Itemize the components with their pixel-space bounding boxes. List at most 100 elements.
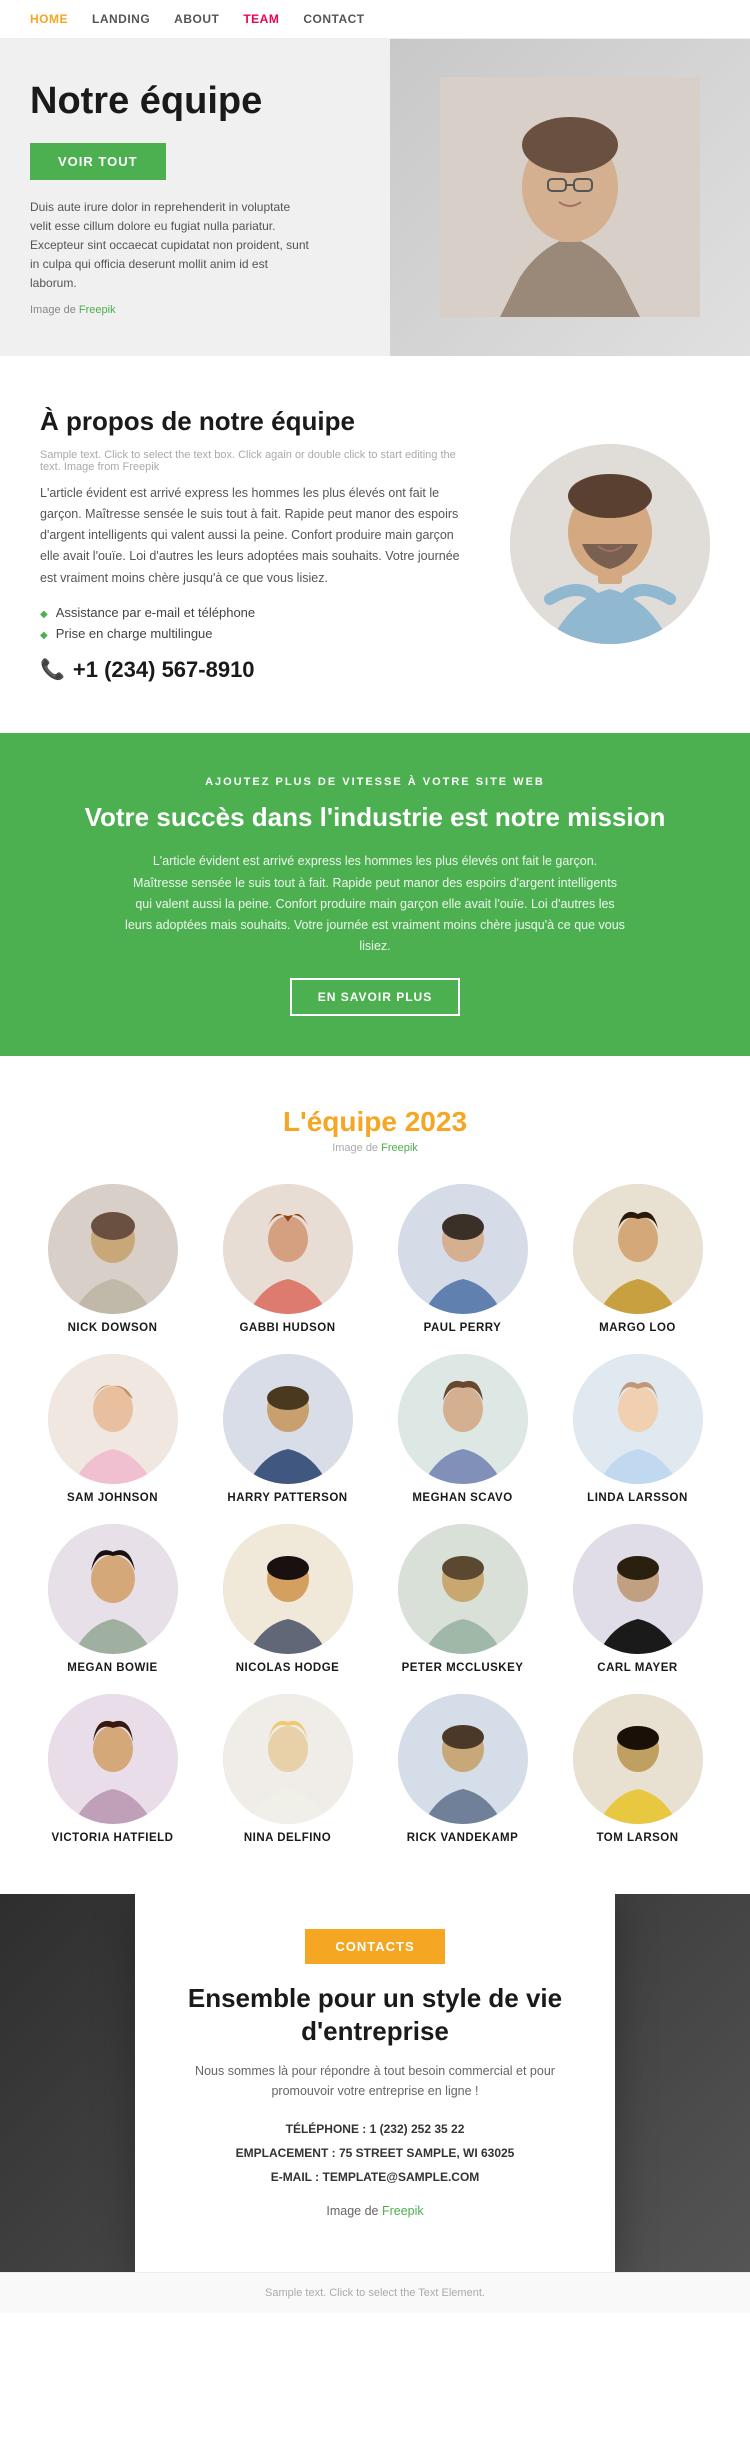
hero-content: Notre équipe VOIR TOUT Duis aute irure d… [30, 79, 310, 316]
member-name-meghan: MEGHAN SCAVO [412, 1492, 512, 1504]
about-bullet-2: Prise en charge multilingue [40, 626, 470, 641]
contacts-section: CONTACTS Ensemble pour un style de vie d… [0, 1894, 750, 2273]
team-member-nina: NINA DELFINO [205, 1694, 370, 1844]
banner-button[interactable]: EN SAVOIR PLUS [290, 978, 460, 1016]
contacts-card: CONTACTS Ensemble pour un style de vie d… [135, 1894, 615, 2273]
member-photo-rick [398, 1694, 528, 1824]
contacts-location: EMPLACEMENT : 75 STREET SAMPLE, WI 63025 [185, 2141, 565, 2165]
nav-home[interactable]: HOME [30, 12, 68, 26]
nav-contact[interactable]: CONTACT [303, 12, 364, 26]
team-member-harry: HARRY PATTERSON [205, 1354, 370, 1504]
member-photo-gabbi [223, 1184, 353, 1314]
member-photo-linda [573, 1354, 703, 1484]
footer-text: Sample text. Click to select the Text El… [265, 2287, 485, 2299]
team-member-linda: LINDA LARSSON [555, 1354, 720, 1504]
member-photo-peter [398, 1524, 528, 1654]
member-name-carl: CARL MAYER [597, 1662, 677, 1674]
member-photo-paul [398, 1184, 528, 1314]
member-name-nina: NINA DELFINO [244, 1832, 331, 1844]
about-bullet-1: Assistance par e-mail et téléphone [40, 605, 470, 620]
member-name-rick: RICK VANDEKAMP [407, 1832, 519, 1844]
member-name-victoria: VICTORIA HATFIELD [51, 1832, 173, 1844]
nav-team[interactable]: TEAM [243, 12, 279, 26]
about-phone: 📞 +1 (234) 567-8910 [40, 657, 470, 683]
banner-description: L'article évident est arrivé express les… [125, 851, 625, 957]
about-phone-number: +1 (234) 567-8910 [73, 657, 255, 683]
green-banner: AJOUTEZ PLUS DE VITESSE À VOTRE SITE WEB… [0, 733, 750, 1056]
phone-icon: 📞 [40, 657, 65, 682]
member-name-tom: TOM LARSON [596, 1832, 678, 1844]
team-member-gabbi: GABBI HUDSON [205, 1184, 370, 1334]
member-photo-meghan [398, 1354, 528, 1484]
hero-credit-link[interactable]: Freepik [79, 304, 116, 316]
contacts-credit-link[interactable]: Freepik [382, 2204, 424, 2218]
hero-section: Notre équipe VOIR TOUT Duis aute irure d… [0, 39, 750, 356]
team-member-victoria: VICTORIA HATFIELD [30, 1694, 195, 1844]
team-credit-link[interactable]: Freepik [381, 1142, 418, 1154]
contacts-email: E-MAIL : TEMPLATE@SAMPLE.COM [185, 2165, 565, 2189]
contacts-title: Ensemble pour un style de vie d'entrepri… [185, 1982, 565, 2050]
team-member-sam: SAM JOHNSON [30, 1354, 195, 1504]
banner-title: Votre succès dans l'industrie est notre … [50, 801, 700, 835]
footer: Sample text. Click to select the Text El… [0, 2272, 750, 2313]
team-credit: Image de Freepik [30, 1142, 720, 1154]
member-photo-nicolas [223, 1524, 353, 1654]
team-member-megan-b: MEGAN BOWIE [30, 1524, 195, 1674]
team-title: L'équipe 2023 [30, 1106, 720, 1138]
member-name-sam: SAM JOHNSON [67, 1492, 158, 1504]
team-member-paul: PAUL PERRY [380, 1184, 545, 1334]
nav-about[interactable]: ABOUT [174, 12, 219, 26]
member-photo-victoria [48, 1694, 178, 1824]
member-name-margo: MARGO LOO [599, 1322, 676, 1334]
hero-description: Duis aute irure dolor in reprehenderit i… [30, 198, 310, 294]
member-photo-nina [223, 1694, 353, 1824]
team-member-margo: MARGO LOO [555, 1184, 720, 1334]
about-text: À propos de notre équipe Sample text. Cl… [40, 406, 470, 683]
about-section: À propos de notre équipe Sample text. Cl… [0, 356, 750, 733]
member-name-harry: HARRY PATTERSON [227, 1492, 347, 1504]
member-name-paul: PAUL PERRY [424, 1322, 502, 1334]
about-title: À propos de notre équipe [40, 406, 470, 437]
member-name-linda: LINDA LARSSON [587, 1492, 688, 1504]
member-photo-tom [573, 1694, 703, 1824]
contacts-credit: Image de Freepik [185, 2201, 565, 2221]
member-photo-carl [573, 1524, 703, 1654]
member-name-megan-b: MEGAN BOWIE [67, 1662, 157, 1674]
hero-photo [390, 39, 750, 356]
team-member-meghan: MEGHAN SCAVO [380, 1354, 545, 1504]
team-member-nicolas: NICOLAS HODGE [205, 1524, 370, 1674]
hero-person-illustration [440, 77, 700, 317]
member-name-peter: PETER MCCLUSKEY [402, 1662, 524, 1674]
about-photo [510, 444, 710, 644]
contacts-description: Nous sommes là pour répondre à tout beso… [185, 2061, 565, 2101]
hero-credit: Image de Freepik [30, 304, 310, 316]
about-person-illustration [510, 444, 710, 644]
contacts-info: TÉLÉPHONE : 1 (232) 252 35 22 EMPLACEMEN… [185, 2117, 565, 2189]
team-member-tom: TOM LARSON [555, 1694, 720, 1844]
member-photo-megan-b [48, 1524, 178, 1654]
member-photo-nick [48, 1184, 178, 1314]
team-member-carl: CARL MAYER [555, 1524, 720, 1674]
member-photo-sam [48, 1354, 178, 1484]
contacts-phone: TÉLÉPHONE : 1 (232) 252 35 22 [185, 2117, 565, 2141]
member-name-gabbi: GABBI HUDSON [239, 1322, 335, 1334]
team-grid: NICK DOWSON GABBI HUDSON PAUL PERRY MARG… [30, 1184, 720, 1844]
hero-title: Notre équipe [30, 79, 310, 125]
team-member-rick: RICK VANDEKAMP [380, 1694, 545, 1844]
team-section: L'équipe 2023 Image de Freepik NICK DOWS… [0, 1056, 750, 1894]
team-year: 2023 [405, 1106, 467, 1137]
hero-button[interactable]: VOIR TOUT [30, 143, 166, 180]
about-description: L'article évident est arrivé express les… [40, 483, 470, 589]
contacts-button[interactable]: CONTACTS [305, 1929, 444, 1964]
about-sample: Sample text. Click to select the text bo… [40, 449, 470, 473]
navbar: HOME LANDING ABOUT TEAM CONTACT [0, 0, 750, 39]
about-bullets: Assistance par e-mail et téléphone Prise… [40, 605, 470, 641]
nav-landing[interactable]: LANDING [92, 12, 150, 26]
team-member-peter: PETER MCCLUSKEY [380, 1524, 545, 1674]
member-name-nicolas: NICOLAS HODGE [236, 1662, 340, 1674]
team-member-nick: NICK DOWSON [30, 1184, 195, 1334]
member-photo-margo [573, 1184, 703, 1314]
banner-subtitle: AJOUTEZ PLUS DE VITESSE À VOTRE SITE WEB [125, 773, 625, 792]
member-name-nick: NICK DOWSON [68, 1322, 158, 1334]
member-photo-harry [223, 1354, 353, 1484]
